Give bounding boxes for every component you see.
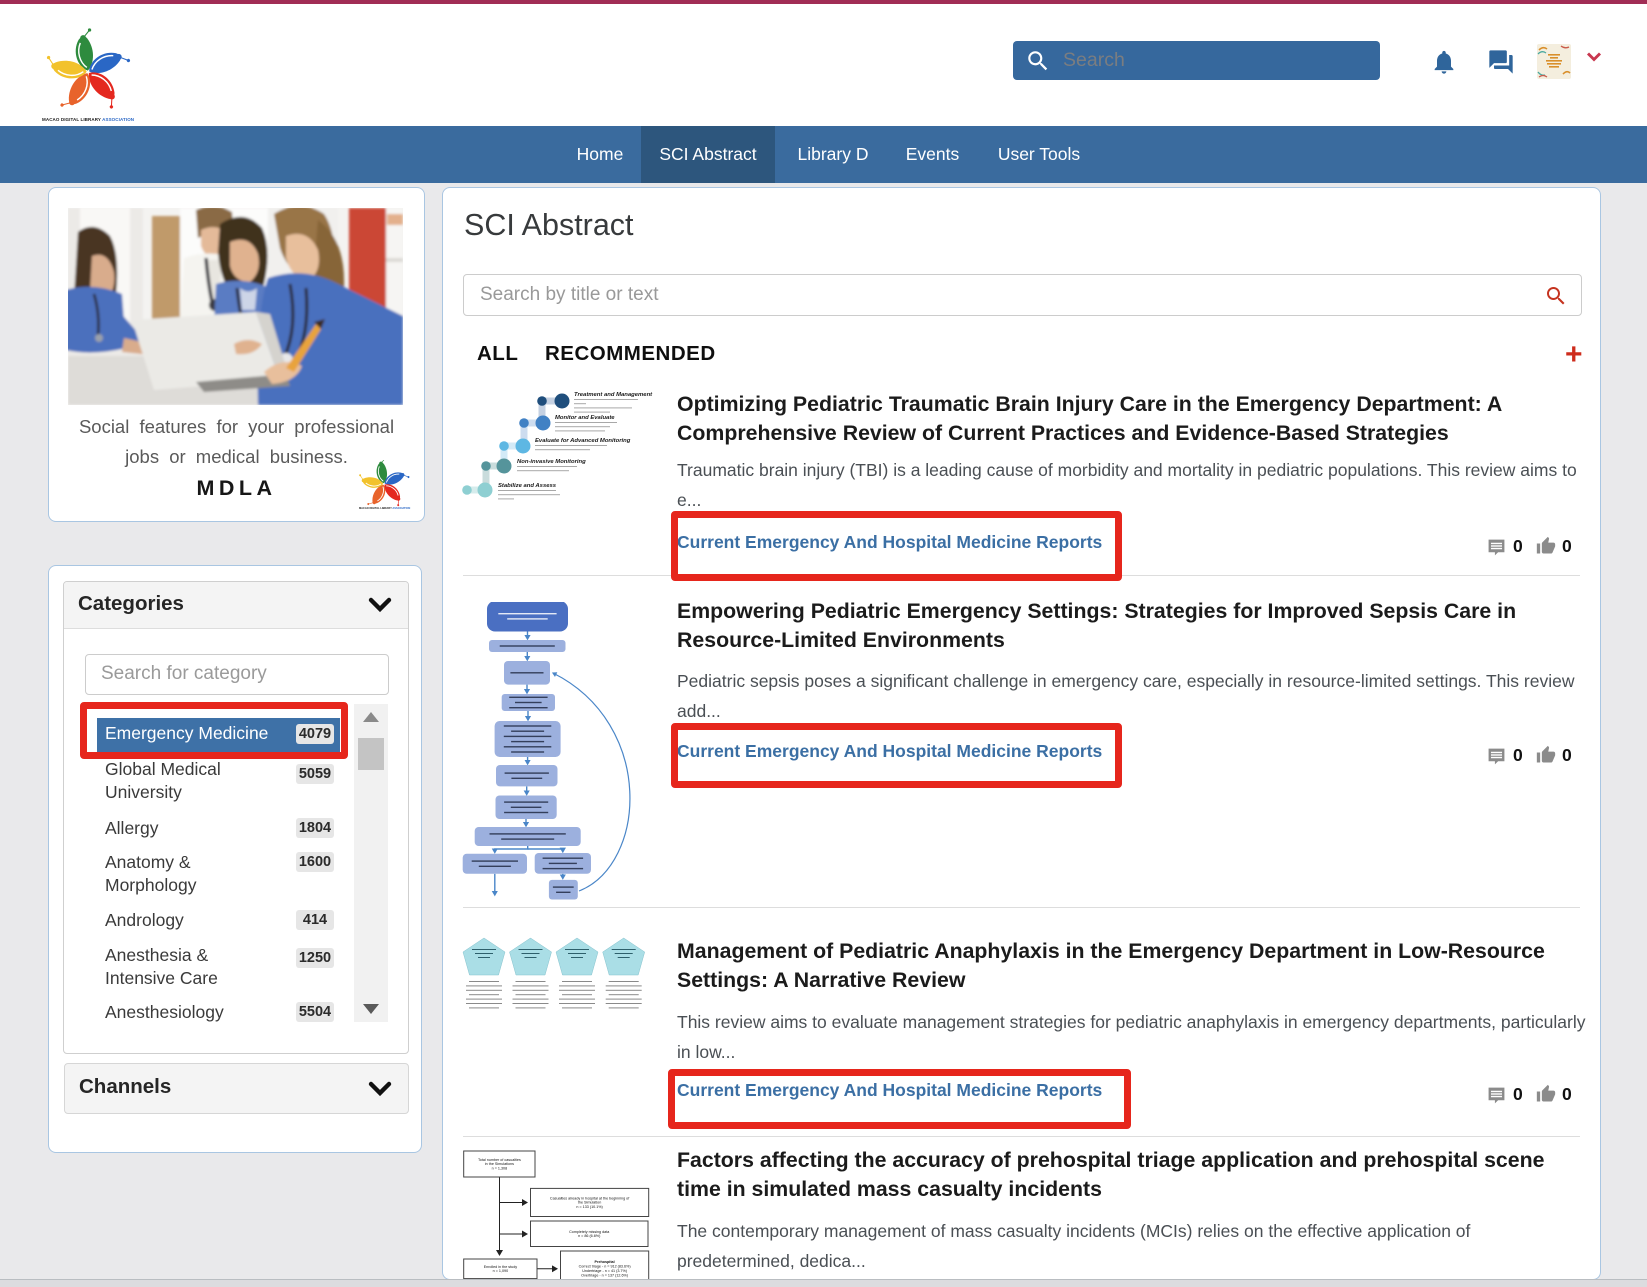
svg-text:n = 86 (6.6%): n = 86 (6.6%) (578, 1234, 600, 1238)
svg-text:n = 133 (10.1%): n = 133 (10.1%) (576, 1205, 602, 1209)
svg-text:n = 1,090: n = 1,090 (493, 1269, 508, 1273)
svg-text:MACAO DIGITAL LIBRARY ASSOCIAT: MACAO DIGITAL LIBRARY ASSOCIATION (42, 117, 134, 122)
svg-text:Completely missing data: Completely missing data (569, 1230, 610, 1234)
svg-text:in the Simulations: in the Simulations (485, 1162, 514, 1166)
svg-text:Evaluate for Advanced Monitori: Evaluate for Advanced Monitoring (535, 438, 631, 444)
svg-text:the Simulation: the Simulation (578, 1201, 601, 1205)
svg-text:Enrolled in the study: Enrolled in the study (484, 1265, 518, 1269)
svg-text:Overtriage - n = 137 (12.6%): Overtriage - n = 137 (12.6%) (581, 1273, 628, 1277)
svg-text:MACAO DIGITAL LIBRARY ASSOCIAT: MACAO DIGITAL LIBRARY ASSOCIATION (359, 506, 410, 510)
svg-text:Treatment and Management: Treatment and Management (574, 392, 653, 398)
svg-text:Casualties already in hospital: Casualties already in hospital at the be… (550, 1196, 630, 1200)
svg-text:Stabilize and Assess: Stabilize and Assess (498, 483, 557, 489)
svg-text:Prehospital: Prehospital (595, 1260, 615, 1264)
svg-text:Non-invasive Monitoring: Non-invasive Monitoring (517, 459, 586, 465)
svg-text:Monitor and Evaluate: Monitor and Evaluate (555, 415, 615, 421)
svg-text:Undertriage - n = 41 (3.7%): Undertriage - n = 41 (3.7%) (582, 1269, 627, 1273)
svg-text:n = 1,308: n = 1,308 (492, 1167, 507, 1171)
svg-text:Total number of casualties: Total number of casualties (478, 1158, 521, 1162)
svg-text:Correct triage - n = 912 (83.6: Correct triage - n = 912 (83.6%) (579, 1265, 631, 1269)
